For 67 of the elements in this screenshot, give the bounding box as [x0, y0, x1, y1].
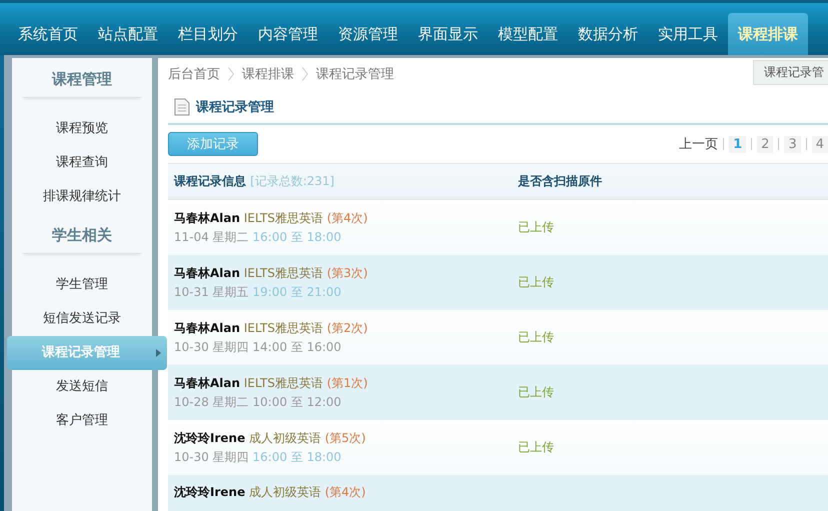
- lesson-time: 19:00 至 21:00: [252, 284, 342, 298]
- lesson-number: (第2次): [326, 320, 368, 334]
- sidebar-heading: 学生相关: [22, 226, 142, 254]
- student-name: 沈玲玲Irene: [174, 430, 246, 444]
- caret-icon: [156, 349, 161, 357]
- sidebar-item[interactable]: 短信发送记录: [8, 302, 168, 336]
- nav-tab[interactable]: 栏目划分: [168, 13, 248, 55]
- breadcrumb-link[interactable]: 课程排课: [242, 65, 294, 83]
- student-name: 马春林Alan: [174, 210, 240, 224]
- course-name: IELTS雅思英语: [244, 266, 323, 280]
- breadcrumb-link[interactable]: 课程记录管理: [316, 65, 394, 83]
- student-name: 马春林Alan: [174, 320, 240, 334]
- document-icon: [174, 98, 190, 116]
- course-name: IELTS雅思英语: [244, 320, 323, 334]
- sidebar-item[interactable]: 课程预览: [8, 112, 168, 146]
- page-link[interactable]: 3: [784, 136, 801, 152]
- sidebar-item[interactable]: 客户管理: [8, 404, 168, 438]
- sidebar-item[interactable]: 排课规律统计: [8, 180, 168, 214]
- course-name: 成人初级英语: [249, 485, 322, 499]
- tooltip: 课程记录管: [753, 60, 828, 85]
- lesson-number: (第4次): [324, 485, 366, 499]
- breadcrumb-link[interactable]: 后台首页: [168, 65, 220, 83]
- nav-tab[interactable]: 实用工具: [648, 13, 728, 55]
- nav-tab[interactable]: 站点配置: [88, 13, 168, 55]
- column-header: 是否含扫描原件: [518, 174, 602, 188]
- course-name: 成人初级英语: [249, 430, 322, 444]
- student-name: 马春林Alan: [174, 376, 240, 390]
- lesson-date: 10-31 星期五: [174, 284, 249, 298]
- sidebar-item[interactable]: 课程查询: [8, 146, 168, 180]
- lesson-number: (第3次): [326, 266, 368, 280]
- previous-page-link[interactable]: 上一页: [679, 135, 718, 153]
- scan-status: 已上传: [518, 385, 554, 399]
- lesson-date: 10-30 星期四: [174, 340, 249, 354]
- lesson-date: 10-30 星期四: [174, 450, 249, 464]
- course-name: IELTS雅思英语: [244, 210, 323, 224]
- lesson-date: 10-28 星期二: [174, 394, 249, 408]
- student-name: 马春林Alan: [174, 266, 240, 280]
- scan-status: 已上传: [518, 440, 554, 454]
- page-link[interactable]: 4: [812, 136, 828, 152]
- lesson-number: (第4次): [326, 210, 368, 224]
- sidebar-item[interactable]: 学生管理: [8, 268, 168, 302]
- lesson-number: (第1次): [326, 376, 368, 390]
- lesson-time: 16:00 至 18:00: [252, 230, 342, 244]
- scan-status: 已上传: [518, 220, 554, 234]
- student-name: 沈玲玲Irene: [174, 485, 246, 499]
- nav-tab[interactable]: 界面显示: [408, 13, 488, 55]
- lesson-time: 14:00 至 16:00: [252, 340, 342, 354]
- page-title: 课程记录管理: [196, 98, 274, 116]
- column-header: 课程记录信息: [174, 174, 246, 188]
- chevron-icon: [302, 67, 308, 81]
- nav-tab[interactable]: 模型配置: [488, 13, 568, 55]
- lesson-time: 10:00 至 12:00: [252, 394, 342, 408]
- scan-status: 已上传: [518, 330, 554, 344]
- sidebar-item[interactable]: 发送短信: [8, 370, 168, 404]
- nav-tab[interactable]: 数据分析: [568, 13, 648, 55]
- page-link[interactable]: 2: [757, 136, 774, 152]
- course-name: IELTS雅思英语: [244, 376, 323, 390]
- lesson-number: (第5次): [324, 430, 366, 444]
- lesson-time: 16:00 至 18:00: [252, 450, 342, 464]
- lesson-date: 11-04 星期二: [174, 230, 249, 244]
- sidebar-heading: 课程管理: [22, 70, 142, 98]
- record-count: [记录总数:231]: [250, 174, 334, 188]
- nav-tab[interactable]: 资源管理: [328, 13, 408, 55]
- nav-tab[interactable]: 系统首页: [8, 13, 88, 55]
- scan-status: 已上传: [518, 275, 554, 289]
- nav-tab[interactable]: 内容管理: [248, 13, 328, 55]
- chevron-icon: [228, 67, 234, 81]
